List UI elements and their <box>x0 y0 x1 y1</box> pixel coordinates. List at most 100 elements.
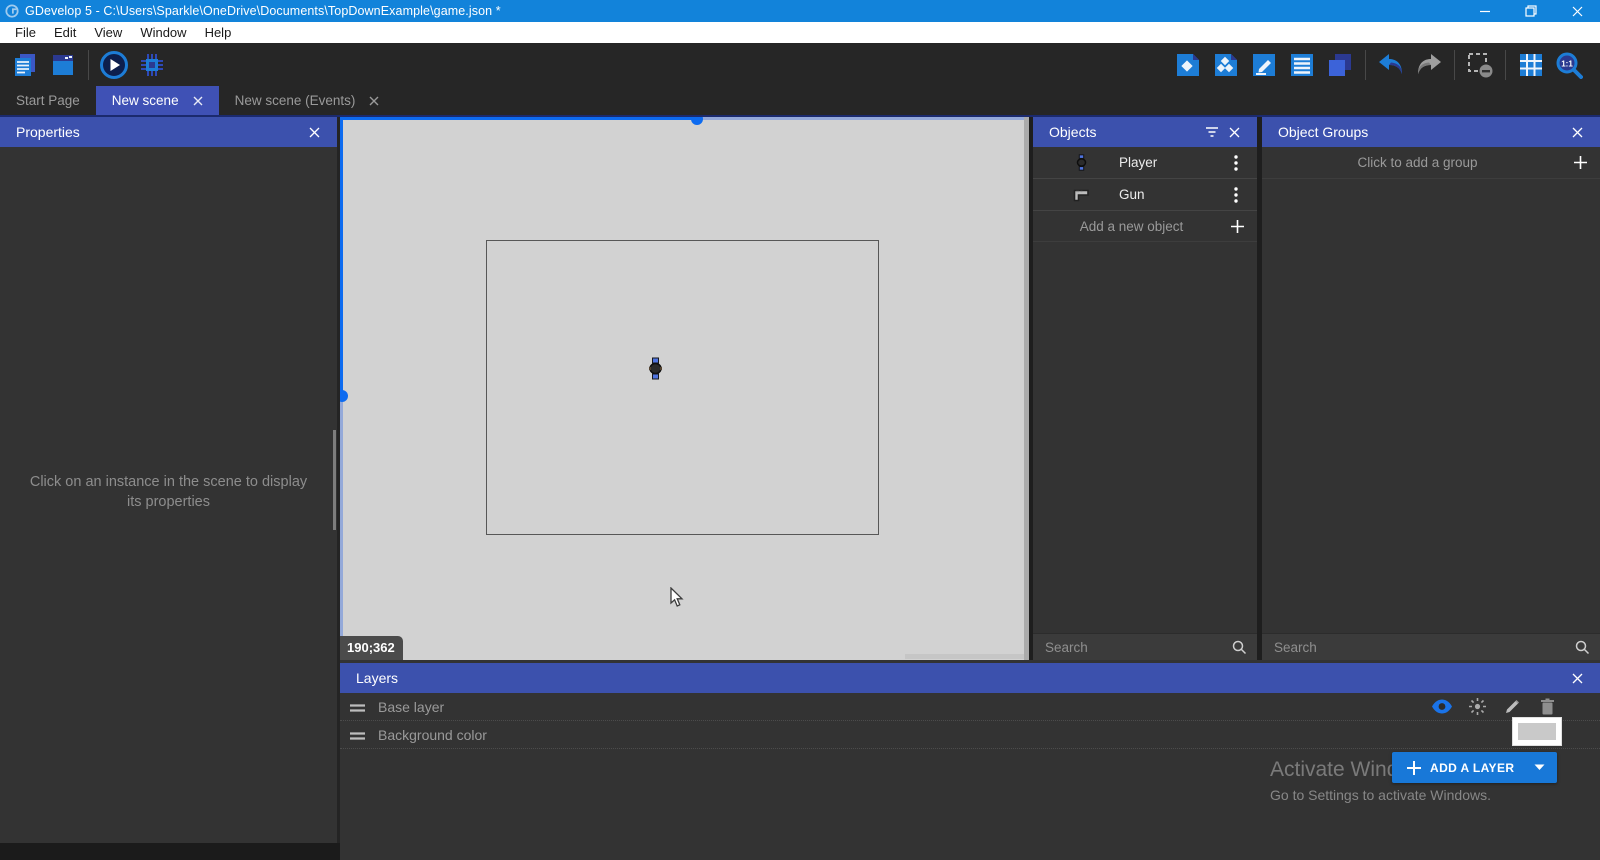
properties-editor-icon[interactable] <box>1249 50 1279 80</box>
project-manager-icon[interactable] <box>10 50 40 80</box>
kebab-menu-icon[interactable] <box>1225 184 1247 206</box>
properties-panel-title: Properties <box>16 124 80 140</box>
gdevelop-window: GDevelop 5 - C:\Users\Sparkle\OneDrive\D… <box>0 0 1600 860</box>
properties-scrollbar[interactable] <box>333 430 336 530</box>
gdevelop-logo-icon <box>5 4 19 18</box>
object-groups-editor-icon[interactable] <box>1211 50 1241 80</box>
plus-icon <box>1406 760 1422 776</box>
selection-edge-left-faded <box>340 396 343 660</box>
object-row-gun[interactable]: Gun <box>1033 179 1257 211</box>
toolbar-separator <box>1365 50 1366 80</box>
search-icon <box>1232 640 1247 655</box>
toolbar-separator <box>1454 50 1455 80</box>
object-groups-panel: Object Groups Click to add a group <box>1262 117 1600 660</box>
tab-new-scene-events[interactable]: New scene (Events) <box>219 86 396 115</box>
menu-bar: File Edit View Window Help <box>0 22 1600 43</box>
object-groups-panel-header: Object Groups <box>1262 117 1600 147</box>
cursor-coordinates-badge: 190;362 <box>340 636 403 660</box>
layer-row-base[interactable]: Base layer <box>340 693 1600 721</box>
close-button[interactable] <box>1554 0 1600 22</box>
undo-icon[interactable] <box>1376 50 1406 80</box>
background-color-swatch[interactable] <box>1512 717 1562 746</box>
grid-icon[interactable] <box>1516 50 1546 80</box>
object-name: Player <box>1105 155 1225 170</box>
visibility-eye-icon[interactable] <box>1431 696 1453 718</box>
horizontal-scrollbar[interactable] <box>905 654 1024 659</box>
scene-canvas[interactable]: 190;362 <box>340 117 1024 660</box>
clear-selection-icon[interactable] <box>1465 50 1495 80</box>
add-layer-button[interactable]: ADD A LAYER <box>1392 752 1557 783</box>
menu-file[interactable]: File <box>6 22 45 43</box>
objects-search-input[interactable] <box>1033 640 1232 655</box>
plus-icon[interactable] <box>1573 155 1588 170</box>
redo-icon[interactable] <box>1414 50 1444 80</box>
objects-editor-icon[interactable] <box>1173 50 1203 80</box>
drag-handle-icon[interactable] <box>349 727 366 743</box>
gun-thumbnail-icon <box>1071 188 1091 202</box>
selection-handle-top[interactable] <box>691 117 703 125</box>
selection-edge-top-faded <box>697 117 1024 120</box>
groups-search-bar <box>1262 633 1600 660</box>
plus-icon[interactable] <box>1230 219 1245 234</box>
title-bar: GDevelop 5 - C:\Users\Sparkle\OneDrive\D… <box>0 0 1600 22</box>
close-icon[interactable] <box>1566 667 1588 689</box>
objects-panel-header: Objects <box>1033 117 1257 147</box>
zoom-original-icon[interactable]: 1:1 <box>1554 50 1584 80</box>
layers-editor-icon[interactable] <box>1325 50 1355 80</box>
game-window-frame <box>486 240 879 535</box>
svg-text:1:1: 1:1 <box>1561 59 1573 68</box>
menu-view[interactable]: View <box>85 22 131 43</box>
main-toolbar: 1:1 <box>0 43 1600 86</box>
search-icon <box>1575 640 1590 655</box>
edit-pencil-icon[interactable] <box>1501 696 1523 718</box>
drag-handle-icon[interactable] <box>349 699 366 715</box>
add-object-label: Add a new object <box>1033 219 1230 234</box>
tab-close-icon[interactable] <box>193 96 203 106</box>
delete-trash-icon[interactable] <box>1536 696 1558 718</box>
properties-panel-header: Properties <box>0 117 337 147</box>
add-object-row[interactable]: Add a new object <box>1033 211 1257 242</box>
toolbar-separator <box>88 50 89 80</box>
properties-panel: Properties Click on an instance in the s… <box>0 117 337 843</box>
debugger-icon[interactable] <box>137 50 167 80</box>
layers-panel-title: Layers <box>356 670 398 686</box>
chevron-down-icon[interactable] <box>1534 762 1545 774</box>
selection-edge-top <box>340 117 697 120</box>
selection-handle-left[interactable] <box>340 390 348 402</box>
kebab-menu-icon[interactable] <box>1225 152 1247 174</box>
layer-name: Background color <box>378 727 487 743</box>
objects-panel: Objects Player <box>1033 117 1257 660</box>
instances-list-icon[interactable] <box>1287 50 1317 80</box>
window-title: GDevelop 5 - C:\Users\Sparkle\OneDrive\D… <box>25 4 501 18</box>
tab-close-icon[interactable] <box>369 96 379 106</box>
tab-new-scene[interactable]: New scene <box>96 86 219 115</box>
minimize-button[interactable] <box>1462 0 1508 22</box>
player-thumbnail-icon <box>1071 154 1091 171</box>
toolbar-separator <box>1505 50 1506 80</box>
close-icon[interactable] <box>1566 121 1588 143</box>
add-group-row[interactable]: Click to add a group <box>1262 147 1600 179</box>
objects-panel-title: Objects <box>1049 124 1096 140</box>
play-preview-icon[interactable] <box>99 50 129 80</box>
menu-window[interactable]: Window <box>131 22 195 43</box>
groups-search-input[interactable] <box>1262 640 1575 655</box>
close-icon[interactable] <box>1223 121 1245 143</box>
tab-start-page[interactable]: Start Page <box>0 86 96 115</box>
layer-row-background-color[interactable]: Background color <box>340 721 1600 749</box>
player-instance[interactable] <box>648 357 663 380</box>
layers-panel-header: Layers <box>340 663 1600 693</box>
menu-help[interactable]: Help <box>196 22 241 43</box>
layer-effects-icon[interactable] <box>1466 696 1488 718</box>
scene-window-icon[interactable] <box>48 50 78 80</box>
layers-panel: Layers Base layer <box>340 660 1600 860</box>
menu-edit[interactable]: Edit <box>45 22 85 43</box>
object-row-player[interactable]: Player <box>1033 147 1257 179</box>
restore-button[interactable] <box>1508 0 1554 22</box>
object-groups-panel-title: Object Groups <box>1278 124 1368 140</box>
add-group-label: Click to add a group <box>1262 155 1573 170</box>
close-icon[interactable] <box>303 121 325 143</box>
selection-edge-left <box>340 117 343 396</box>
watermark-subtitle: Go to Settings to activate Windows. <box>1270 787 1491 803</box>
objects-search-bar <box>1033 633 1257 660</box>
filter-icon[interactable] <box>1201 121 1223 143</box>
